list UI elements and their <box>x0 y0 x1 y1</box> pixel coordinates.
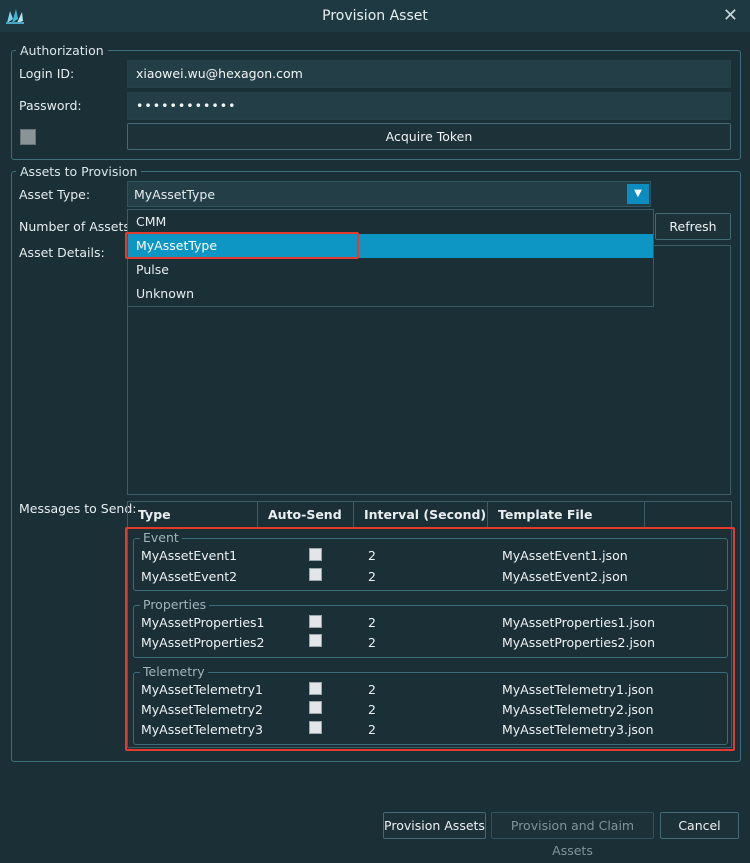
column-header-interval[interactable]: Interval (Second) <box>354 502 488 528</box>
login-id-field[interactable]: xiaowei.wu@hexagon.com <box>127 60 731 88</box>
acquire-token-button[interactable]: Acquire Token <box>127 123 731 150</box>
asset-type-combobox[interactable]: MyAssetType ▼ <box>127 181 651 207</box>
selected-option-highlight <box>125 232 359 259</box>
provision-and-claim-button[interactable]: Provision and Claim Assets <box>491 812 654 858</box>
column-header-type[interactable]: Type <box>128 502 258 528</box>
password-label: Password: <box>19 98 82 113</box>
messages-to-send-label: Messages to Send: <box>19 501 137 516</box>
dropdown-option-unknown[interactable]: Unknown <box>128 282 653 306</box>
chevron-down-icon[interactable]: ▼ <box>627 184 649 204</box>
asset-type-label: Asset Type: <box>19 187 91 202</box>
refresh-button[interactable]: Refresh <box>655 213 731 240</box>
window-title: Provision Asset <box>322 8 428 24</box>
remember-checkbox[interactable] <box>20 129 36 145</box>
close-icon[interactable]: ✕ <box>723 5 738 26</box>
cancel-button[interactable]: Cancel <box>660 812 739 839</box>
provision-assets-button[interactable]: Provision Assets <box>383 812 486 839</box>
column-header-template-file[interactable]: Template File <box>488 502 645 528</box>
dropdown-option-cmm[interactable]: CMM <box>128 210 653 234</box>
password-field[interactable]: •••••••••••• <box>127 92 731 120</box>
dropdown-option-pulse[interactable]: Pulse <box>128 258 653 282</box>
authorization-legend: Authorization <box>20 43 104 58</box>
asset-details-label: Asset Details: <box>19 245 105 260</box>
asset-type-value: MyAssetType <box>134 187 216 202</box>
column-header-auto-send[interactable]: Auto-Send <box>258 502 354 528</box>
messages-highlight <box>125 527 735 751</box>
assets-legend: Assets to Provision <box>20 164 138 179</box>
title-bar: Provision Asset ✕ <box>0 0 750 32</box>
login-id-label: Login ID: <box>19 66 75 81</box>
number-of-assets-label: Number of Assets: <box>19 219 135 234</box>
